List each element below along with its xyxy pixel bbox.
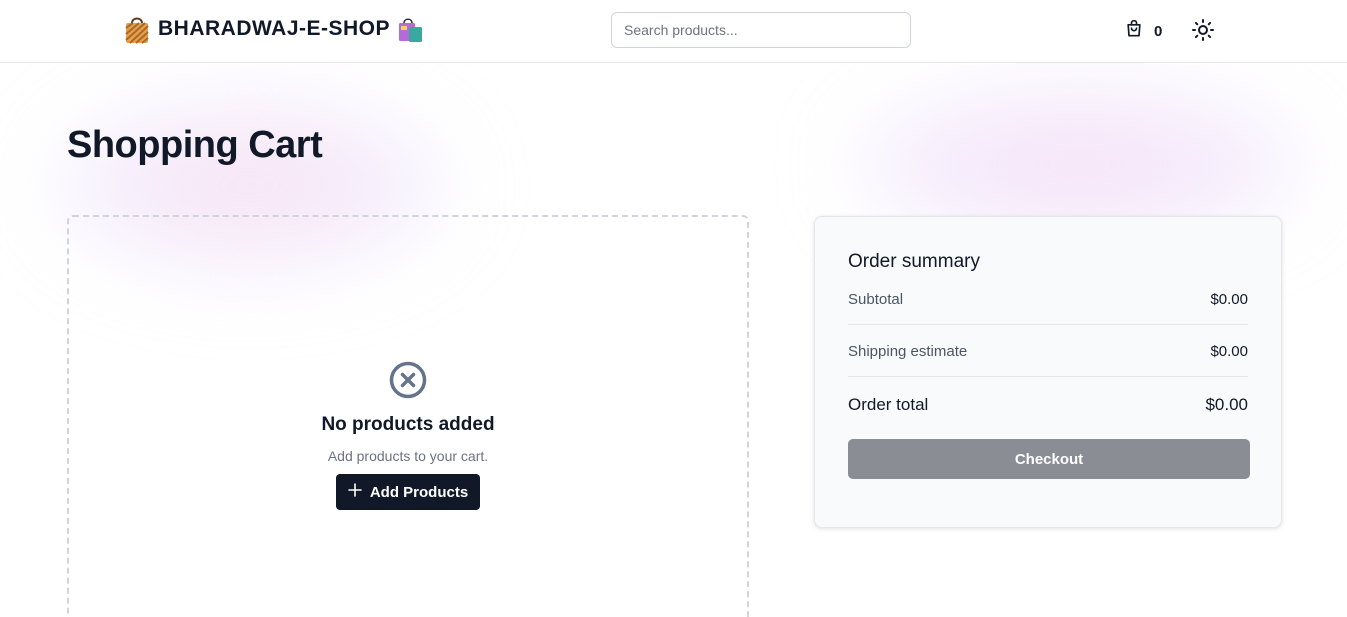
cart-bag-icon bbox=[1124, 19, 1144, 44]
empty-state: No products added Add products to your c… bbox=[69, 360, 747, 510]
subtotal-value: $0.00 bbox=[1210, 291, 1248, 308]
subtotal-label: Subtotal bbox=[848, 291, 904, 308]
search-input[interactable] bbox=[611, 12, 911, 48]
checkout-button[interactable]: Checkout bbox=[848, 439, 1250, 479]
cart-button[interactable]: 0 bbox=[1124, 19, 1162, 44]
shipping-label: Shipping estimate bbox=[848, 343, 968, 360]
shipping-value: $0.00 bbox=[1210, 343, 1248, 360]
order-total-label: Order total bbox=[848, 395, 929, 414]
empty-state-subtitle: Add products to your cart. bbox=[327, 448, 489, 464]
order-summary-title: Order summary bbox=[848, 251, 980, 272]
page-title: Shopping Cart bbox=[67, 124, 323, 166]
sun-icon bbox=[1191, 19, 1215, 46]
cart-count: 0 bbox=[1154, 23, 1163, 40]
brand-title: BHARADWAJ-E-SHOP bbox=[158, 17, 391, 40]
order-summary-card: Order summary Subtotal $0.00 Shipping es… bbox=[814, 216, 1282, 528]
shopping-bag-icon bbox=[124, 14, 150, 44]
theme-toggle-button[interactable] bbox=[1191, 18, 1215, 42]
subtotal-row: Subtotal $0.00 bbox=[848, 291, 1248, 325]
order-total-value: $0.00 bbox=[1205, 395, 1248, 414]
order-total-row: Order total $0.00 bbox=[848, 377, 1248, 415]
shopping-bags-icon bbox=[398, 14, 424, 44]
add-products-button[interactable]: Add Products bbox=[335, 474, 481, 510]
top-navbar: BHARADWAJ-E-SHOP 0 bbox=[0, 0, 1347, 63]
add-products-label: Add Products bbox=[369, 483, 469, 501]
brand-logo-link[interactable]: BHARADWAJ-E-SHOP bbox=[124, 14, 424, 44]
plus-icon bbox=[348, 483, 362, 501]
empty-cart-panel: No products added Add products to your c… bbox=[67, 215, 749, 617]
empty-state-title: No products added bbox=[321, 414, 495, 435]
shipping-row: Shipping estimate $0.00 bbox=[848, 325, 1248, 377]
circle-x-icon bbox=[388, 360, 428, 400]
